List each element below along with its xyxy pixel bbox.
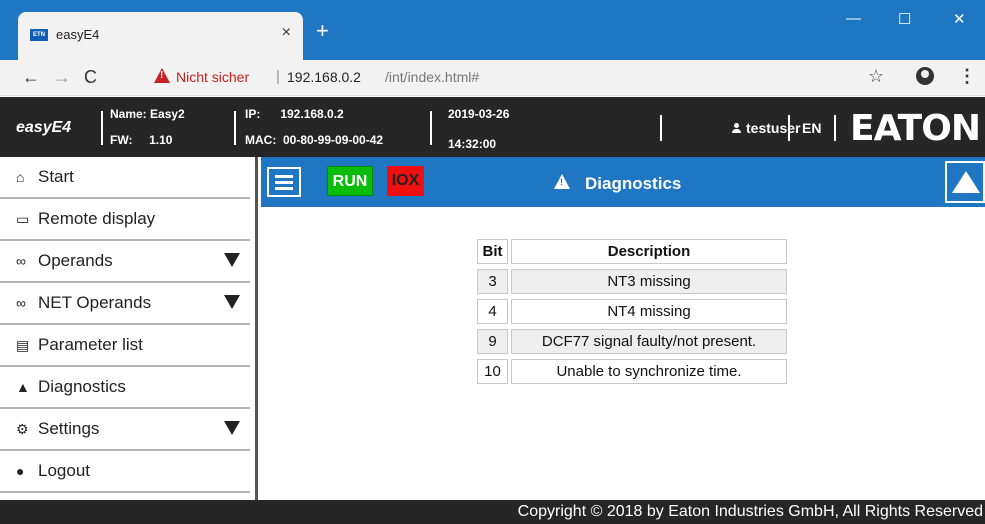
caret-down-icon[interactable] xyxy=(224,295,240,309)
sidebar-item-logout[interactable]: ● Logout xyxy=(0,451,250,493)
header-divider xyxy=(788,115,790,141)
sidebar-item-diagnostics[interactable]: ▲ Diagnostics xyxy=(0,367,250,409)
app-logo: easyE4 xyxy=(16,119,72,136)
sidebar-item-label: Start xyxy=(38,167,74,186)
date-display: 2019-03-26 xyxy=(448,107,510,121)
username[interactable]: testuser xyxy=(746,120,800,136)
ip-address: IP: 192.168.0.2 xyxy=(245,107,344,121)
minimize-button[interactable]: — xyxy=(846,10,861,27)
address-bar: ← → C Nicht sicher | 192.168.0.2 /int/in… xyxy=(0,60,985,96)
cell-description: DCF77 signal faulty/not present. xyxy=(511,329,787,354)
sidebar-item-label: Remote display xyxy=(38,209,156,228)
header-divider xyxy=(430,111,432,145)
copyright-text: Copyright © 2018 by Eaton Industries Gmb… xyxy=(517,503,983,520)
sidebar-item-label: Diagnostics xyxy=(38,377,126,396)
browser-tab[interactable]: ETN easyE4 × xyxy=(18,12,303,60)
column-header-description: Description xyxy=(511,239,787,264)
diagnostics-table: Bit Description 3 NT3 missing 4 NT4 miss… xyxy=(474,234,790,389)
sidebar-item-settings[interactable]: ⚙ Settings xyxy=(0,409,250,451)
caret-down-icon[interactable] xyxy=(224,253,240,267)
run-status-badge: RUN xyxy=(327,166,373,196)
mac-address: MAC: 00-80-99-09-00-42 xyxy=(245,133,384,147)
cell-bit: 10 xyxy=(477,359,508,384)
table-header-row: Bit Description xyxy=(477,239,787,264)
url-path[interactable]: /int/index.html# xyxy=(385,69,479,85)
browser-titlebar: ETN easyE4 × + — ☐ ✕ xyxy=(0,0,985,60)
glasses-icon: ∞ xyxy=(16,295,26,311)
tab-close-icon[interactable]: × xyxy=(282,24,291,42)
address-separator: | xyxy=(276,68,280,85)
eaton-favicon-icon: ETN xyxy=(30,29,48,41)
header-divider xyxy=(834,115,836,141)
app-header: easyE4 Name: Easy2 FW: 1.10 IP: 192.168.… xyxy=(0,97,985,157)
cell-bit: 4 xyxy=(477,299,508,324)
cell-bit: 9 xyxy=(477,329,508,354)
hamburger-menu-icon[interactable] xyxy=(267,167,301,197)
not-secure-warning-icon[interactable] xyxy=(154,68,170,83)
tab-title: easyE4 xyxy=(56,27,100,42)
browser-menu-icon[interactable]: ⋮ xyxy=(958,66,976,87)
home-icon: ⌂ xyxy=(16,169,25,185)
header-divider xyxy=(101,111,103,145)
bookmark-star-icon[interactable]: ☆ xyxy=(868,66,884,87)
caret-down-icon[interactable] xyxy=(224,421,240,435)
firmware-version: FW: 1.10 xyxy=(110,133,173,147)
sidebar-item-label: NET Operands xyxy=(38,293,152,312)
warning-icon: ▲ xyxy=(16,379,30,395)
sidebar-item-label: Logout xyxy=(38,461,90,480)
cell-description: NT3 missing xyxy=(511,269,787,294)
sidebar-item-operands[interactable]: ∞ Operands xyxy=(0,241,250,283)
page-title: Diagnostics xyxy=(585,174,682,193)
sidebar-item-label: Operands xyxy=(38,251,113,270)
main-toolbar: RUN IOX Diagnostics xyxy=(261,157,985,207)
url-host[interactable]: 192.168.0.2 xyxy=(287,69,361,85)
footer: Copyright © 2018 by Eaton Industries Gmb… xyxy=(0,500,985,524)
back-arrow-icon[interactable]: ← xyxy=(22,67,40,88)
cell-bit: 3 xyxy=(477,269,508,294)
warning-icon xyxy=(554,174,570,189)
iox-status-badge: IOX xyxy=(387,166,424,196)
table-row: 10 Unable to synchronize time. xyxy=(477,359,787,384)
column-header-bit: Bit xyxy=(477,239,508,264)
close-window-button[interactable]: ✕ xyxy=(953,10,966,28)
time-display: 14:32:00 xyxy=(448,137,497,151)
list-icon: ▤ xyxy=(16,337,30,353)
maximize-button[interactable]: ☐ xyxy=(898,10,911,28)
user-icon xyxy=(732,123,741,133)
gear-icon: ⚙ xyxy=(16,421,29,437)
sidebar-item-label: Parameter list xyxy=(38,335,143,354)
glasses-icon: ∞ xyxy=(16,253,26,269)
eaton-logo: EATON xyxy=(850,108,981,149)
cell-description: NT4 missing xyxy=(511,299,787,324)
sidebar-item-net-operands[interactable]: ∞ NET Operands xyxy=(0,283,250,325)
reload-icon[interactable]: C xyxy=(84,67,97,88)
monitor-icon: ▭ xyxy=(16,211,30,227)
not-secure-label[interactable]: Nicht sicher xyxy=(176,69,249,85)
user-icon: ● xyxy=(16,463,25,479)
header-divider xyxy=(234,111,236,145)
sidebar: ⌂ Start ▭ Remote display ∞ Operands ∞ NE… xyxy=(0,157,258,500)
scroll-up-button[interactable] xyxy=(945,161,985,203)
sidebar-item-remote-display[interactable]: ▭ Remote display xyxy=(0,199,250,241)
cell-description: Unable to synchronize time. xyxy=(511,359,787,384)
header-divider xyxy=(660,115,662,141)
forward-arrow-icon[interactable]: → xyxy=(53,67,71,88)
sidebar-item-start[interactable]: ⌂ Start xyxy=(0,157,250,199)
device-name: Name: Easy2 xyxy=(110,107,185,121)
new-tab-button[interactable]: + xyxy=(316,20,329,42)
sidebar-item-label: Settings xyxy=(38,419,100,438)
profile-icon[interactable] xyxy=(916,67,934,85)
language-selector[interactable]: EN xyxy=(802,120,821,136)
table-row: 9 DCF77 signal faulty/not present. xyxy=(477,329,787,354)
sidebar-item-parameter-list[interactable]: ▤ Parameter list xyxy=(0,325,250,367)
table-row: 3 NT3 missing xyxy=(477,269,787,294)
table-row: 4 NT4 missing xyxy=(477,299,787,324)
